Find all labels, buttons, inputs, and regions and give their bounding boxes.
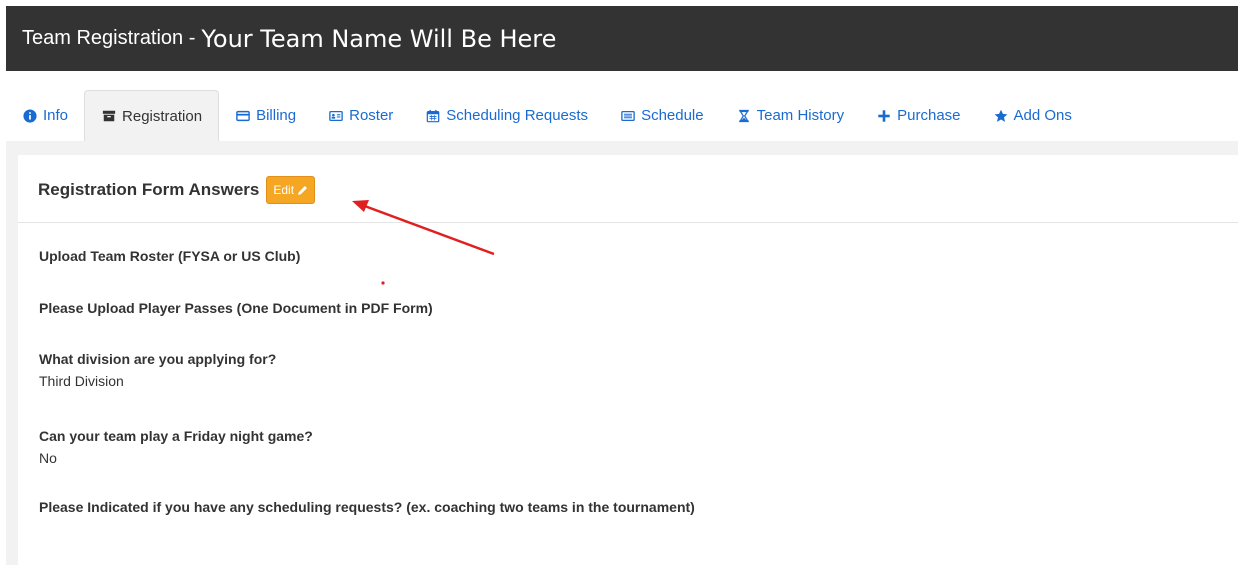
archive-icon (101, 108, 117, 124)
question-label: Can your team play a Friday night game? (39, 428, 313, 444)
panel-title: Registration Form Answers (38, 180, 260, 199)
answer-value: Third Division (39, 373, 124, 389)
edit-button-label: Edit (273, 183, 295, 197)
info-circle-icon (22, 108, 38, 124)
page-header: Team Registration - Your Team Name Will … (6, 6, 1238, 71)
edit-button[interactable]: Edit (266, 176, 316, 204)
tab-label: Info (43, 107, 69, 124)
tab-label: Roster (349, 107, 394, 124)
question-label: What division are you applying for? (39, 351, 277, 367)
question-label: Please Upload Player Passes (One Documen… (39, 300, 433, 316)
tab-info[interactable]: Info (6, 90, 84, 141)
list-icon (620, 108, 636, 124)
tab-label: Purchase (897, 107, 961, 124)
tab-team-history[interactable]: Team History (720, 90, 861, 141)
question-label: Upload Team Roster (FYSA or US Club) (39, 248, 301, 264)
question-label: Please Indicated if you have any schedul… (39, 499, 695, 515)
tab-label: Schedule (641, 107, 704, 124)
tab-registration[interactable]: Registration (84, 90, 220, 141)
hourglass-icon (736, 108, 752, 124)
answer-value: No (39, 450, 57, 466)
tab-bar: Info Registration Billing Roster Schedul… (6, 90, 1238, 141)
pencil-icon (298, 185, 308, 195)
plus-icon (876, 108, 892, 124)
id-card-icon (328, 108, 344, 124)
tab-roster[interactable]: Roster (312, 90, 409, 141)
panel-divider (18, 222, 1238, 223)
header-prefix: Team Registration - (22, 27, 196, 49)
tab-label: Scheduling Requests (446, 107, 589, 124)
team-name: Your Team Name Will Be Here (201, 24, 557, 53)
credit-card-icon (235, 108, 251, 124)
tab-label: Registration (122, 107, 203, 125)
star-icon (993, 108, 1009, 124)
tab-scheduling-requests[interactable]: Scheduling Requests (409, 90, 604, 141)
calendar-icon (425, 108, 441, 124)
panel-title-row: Registration Form Answers Edit (38, 176, 316, 204)
tab-label: Add Ons (1013, 107, 1072, 124)
tab-add-ons[interactable]: Add Ons (977, 90, 1088, 141)
tab-label: Billing (256, 107, 297, 124)
tab-purchase[interactable]: Purchase (860, 90, 976, 141)
registration-panel: Registration Form Answers Edit Upload Te… (18, 155, 1238, 565)
tab-schedule[interactable]: Schedule (604, 90, 720, 141)
tab-label: Team History (756, 107, 845, 124)
tab-billing[interactable]: Billing (219, 90, 312, 141)
